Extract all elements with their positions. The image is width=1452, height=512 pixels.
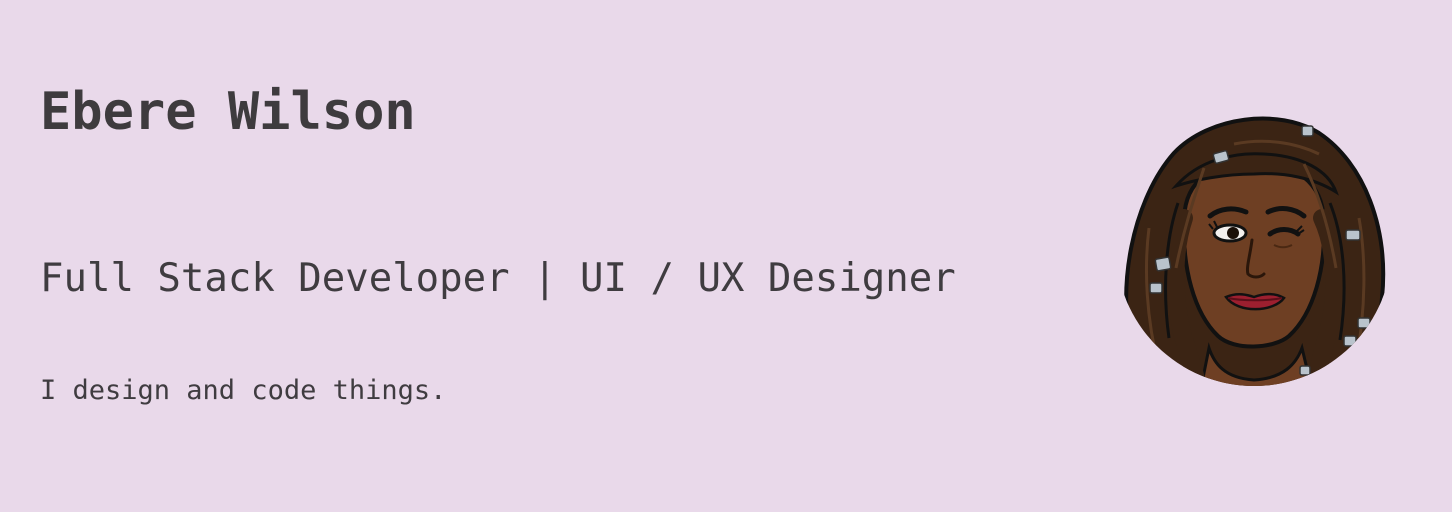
hero-intro: Ebere Wilson Full Stack Developer | UI /… xyxy=(40,0,1060,512)
bitmoji-avatar-icon xyxy=(1124,116,1386,386)
avatar xyxy=(1114,108,1394,388)
profile-name: Ebere Wilson xyxy=(40,82,416,142)
profile-tagline: I design and code things. xyxy=(40,375,447,406)
profile-role: Full Stack Developer | UI / UX Designer xyxy=(40,256,956,301)
